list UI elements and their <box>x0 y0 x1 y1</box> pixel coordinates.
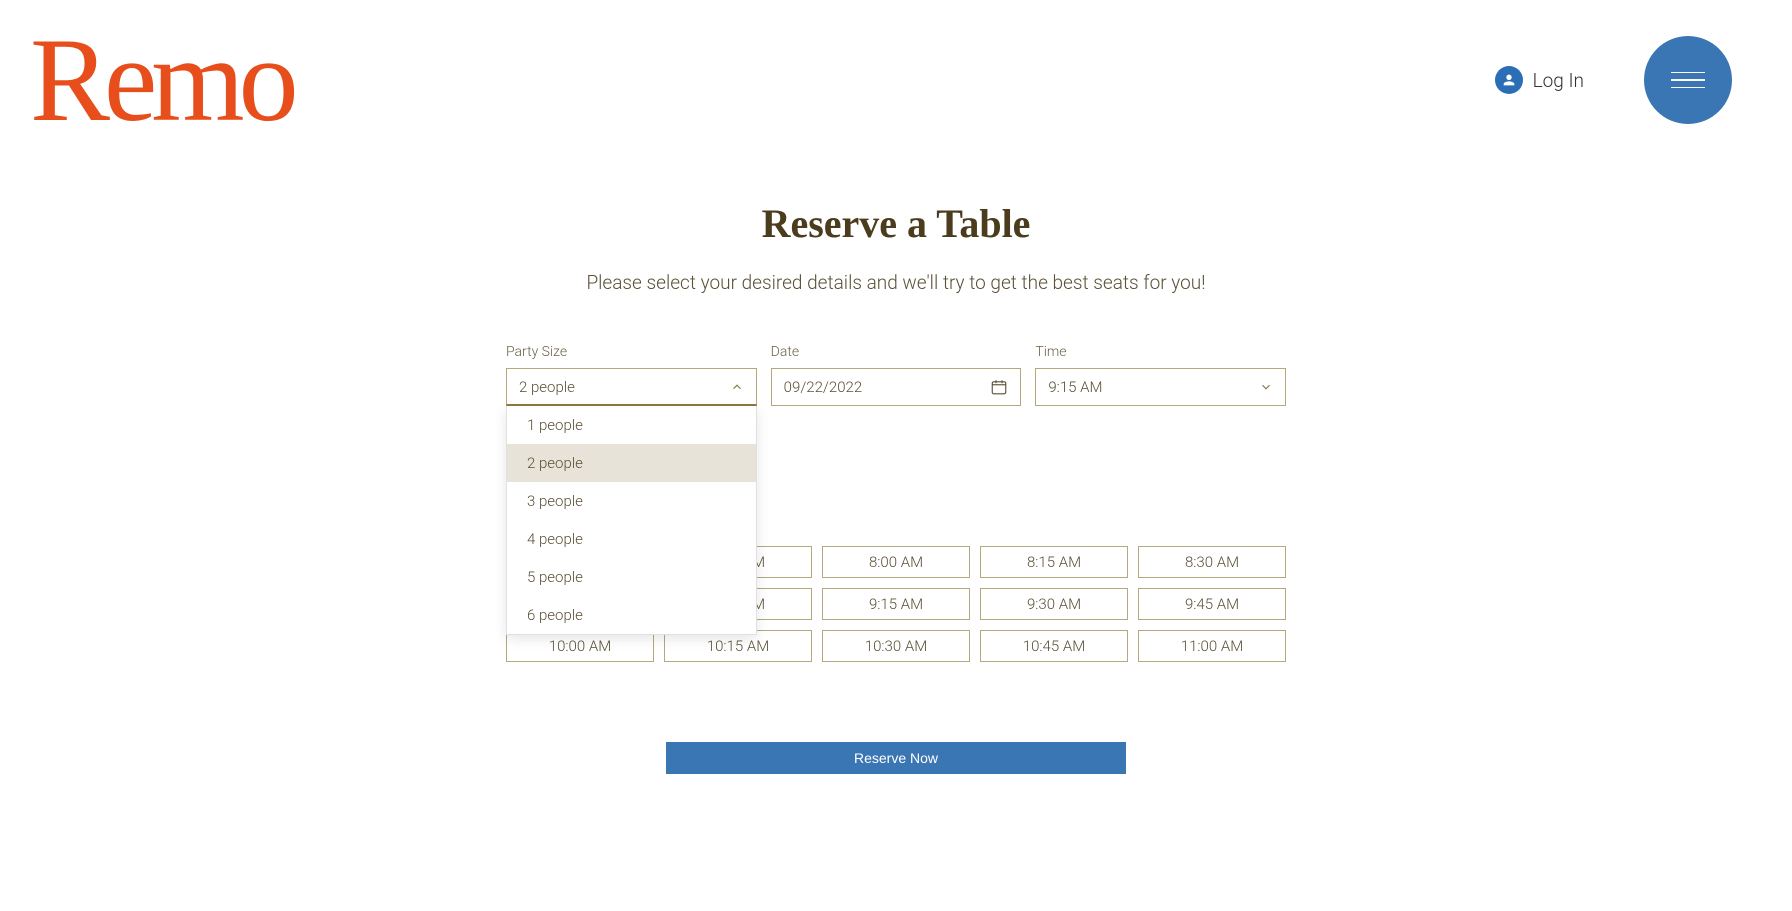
time-value: 9:15 AM <box>1048 378 1102 396</box>
main-content: Reserve a Table Please select your desir… <box>506 200 1286 774</box>
time-slot[interactable]: 8:15 AM <box>980 546 1128 578</box>
calendar-icon <box>990 378 1008 396</box>
party-size-group: Party Size 2 people 1 people 2 people 3 … <box>506 344 757 406</box>
party-size-option[interactable]: 3 people <box>507 482 756 520</box>
page-subtitle: Please select your desired details and w… <box>506 271 1286 294</box>
party-size-dropdown: 1 people 2 people 3 people 4 people 5 pe… <box>506 406 757 635</box>
date-group: Date 09/22/2022 <box>771 344 1022 406</box>
chevron-down-icon <box>1259 380 1273 394</box>
logo[interactable]: Remo <box>30 20 293 140</box>
date-label: Date <box>771 344 1022 360</box>
party-size-option[interactable]: 6 people <box>507 596 756 634</box>
party-size-option[interactable]: 2 people <box>507 444 756 482</box>
time-slot[interactable]: 10:30 AM <box>822 630 970 662</box>
time-group: Time 9:15 AM <box>1035 344 1286 406</box>
reservation-form: Party Size 2 people 1 people 2 people 3 … <box>506 344 1286 406</box>
party-size-label: Party Size <box>506 344 757 360</box>
time-slot[interactable]: 11:00 AM <box>1138 630 1286 662</box>
page-title: Reserve a Table <box>506 200 1286 247</box>
time-slot[interactable]: 9:15 AM <box>822 588 970 620</box>
party-size-option[interactable]: 5 people <box>507 558 756 596</box>
time-slot[interactable]: 8:00 AM <box>822 546 970 578</box>
hamburger-line-icon <box>1671 72 1705 74</box>
time-label: Time <box>1035 344 1286 360</box>
time-slot[interactable]: 10:45 AM <box>980 630 1128 662</box>
login-label: Log In <box>1533 69 1584 92</box>
date-input[interactable]: 09/22/2022 <box>771 368 1022 406</box>
date-value: 09/22/2022 <box>784 378 863 396</box>
time-slot[interactable]: 9:30 AM <box>980 588 1128 620</box>
hamburger-line-icon <box>1671 79 1705 81</box>
party-size-option[interactable]: 4 people <box>507 520 756 558</box>
party-size-select[interactable]: 2 people <box>506 368 757 406</box>
header: Remo Log In <box>0 0 1792 160</box>
hamburger-menu-button[interactable] <box>1644 36 1732 124</box>
time-slot[interactable]: 9:45 AM <box>1138 588 1286 620</box>
time-slot[interactable]: 8:30 AM <box>1138 546 1286 578</box>
chevron-up-icon <box>730 380 744 394</box>
user-icon <box>1495 66 1523 94</box>
party-size-option[interactable]: 1 people <box>507 406 756 444</box>
login-button[interactable]: Log In <box>1495 66 1584 94</box>
party-size-value: 2 people <box>519 378 575 396</box>
hamburger-line-icon <box>1671 87 1705 89</box>
header-right: Log In <box>1495 36 1732 124</box>
time-select[interactable]: 9:15 AM <box>1035 368 1286 406</box>
reserve-now-button[interactable]: Reserve Now <box>666 742 1126 774</box>
